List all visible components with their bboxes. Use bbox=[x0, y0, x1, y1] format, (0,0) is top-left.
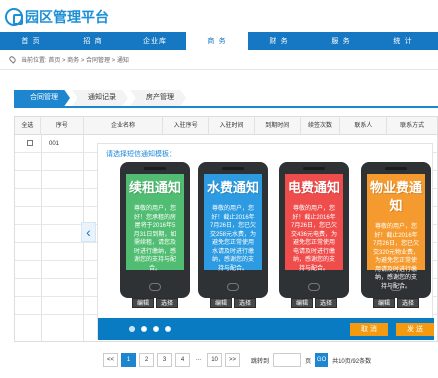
dialog-title: 请选择短信通知模板： bbox=[106, 151, 176, 158]
page-number-input[interactable] bbox=[273, 353, 302, 367]
edit-template-button[interactable]: 编辑 bbox=[131, 298, 154, 308]
content-tabs: 合同管理 通知记录 房产管理 bbox=[14, 90, 188, 106]
tab-contract-management[interactable]: 合同管理 bbox=[14, 90, 70, 106]
entry-date-header: 入驻时间 bbox=[209, 117, 255, 135]
phone-speaker-icon bbox=[303, 167, 325, 170]
select-template-button[interactable]: 选择 bbox=[315, 298, 338, 308]
nav-item-service[interactable]: 服 务 bbox=[310, 32, 372, 50]
template-actions-renewal: 编辑 选择 bbox=[120, 298, 190, 308]
active-tab-underline bbox=[14, 106, 438, 108]
phone-speaker-icon bbox=[222, 167, 244, 170]
template-title: 电费通知 bbox=[288, 181, 341, 196]
select-all-header[interactable]: 全选 bbox=[15, 117, 41, 135]
template-message: 尊敬的用户，您好！您承租的房屋将于2016年5月31日到期，如需续租，请您及时进… bbox=[133, 206, 177, 272]
phone-home-button-icon bbox=[308, 283, 320, 291]
nav-item-investment[interactable]: 招 商 bbox=[62, 32, 124, 50]
expiry-date-header: 到期时间 bbox=[255, 117, 301, 135]
edit-template-button[interactable]: 编辑 bbox=[209, 298, 232, 308]
template-title: 水费通知 bbox=[207, 181, 260, 196]
phone-speaker-icon bbox=[144, 167, 166, 170]
carousel-dot-icon[interactable] bbox=[129, 326, 135, 332]
select-template-button[interactable]: 选择 bbox=[234, 298, 257, 308]
nav-item-home[interactable]: 首 页 bbox=[0, 32, 62, 50]
template-title: 续租通知 bbox=[129, 181, 182, 196]
tab-property-management[interactable]: 房产管理 bbox=[130, 90, 186, 106]
app-title: 园区管理平台 bbox=[25, 10, 109, 26]
template-screen-renewal: 续租通知 尊敬的用户，您好！您承租的房屋将于2016年5月31日到期，如需续租，… bbox=[126, 174, 184, 272]
carousel-dot-icon[interactable] bbox=[153, 326, 159, 332]
page-button[interactable]: 4 bbox=[175, 353, 191, 367]
nav-item-enterprises[interactable]: 企业库 bbox=[124, 32, 186, 50]
template-message: 尊敬的用户，您好！截止2016年7月26日，您已欠交320元物业费，为避免您正常… bbox=[373, 224, 420, 290]
cancel-button[interactable]: 取 消 bbox=[350, 323, 388, 336]
app-logo[interactable]: 园区管理平台 bbox=[5, 7, 109, 27]
send-button[interactable]: 发 送 bbox=[396, 323, 434, 336]
phone-home-button-icon bbox=[227, 283, 239, 291]
phone-home-button-icon bbox=[149, 283, 161, 291]
previous-page-button[interactable]: << bbox=[103, 353, 119, 367]
template-title: 物业费通知 bbox=[370, 181, 423, 214]
page-button[interactable]: 2 bbox=[139, 353, 155, 367]
template-actions-electricity: 编辑 选择 bbox=[279, 298, 349, 308]
template-screen-water: 水费通知 尊敬的用户，您好！截止2016年7月26日，您已欠交258元水费，为避… bbox=[204, 174, 262, 272]
nav-item-statistics[interactable]: 统 计 bbox=[372, 32, 434, 50]
template-actions-water: 编辑 选择 bbox=[198, 298, 268, 308]
main-navigation: 首 页 招 商 企业库 商 务 财 务 服 务 统 计 bbox=[0, 32, 438, 50]
row-number: 001 bbox=[49, 141, 60, 147]
jump-label: 跳转到 bbox=[251, 358, 270, 365]
edit-template-button[interactable]: 编辑 bbox=[372, 298, 395, 308]
app-header: 园区管理平台 bbox=[0, 0, 438, 32]
go-button[interactable]: GO bbox=[315, 353, 329, 367]
row-checkbox[interactable] bbox=[27, 140, 33, 146]
nav-item-finance[interactable]: 财 务 bbox=[248, 32, 310, 50]
pagination: << 1 2 3 4 ... 10 >> 跳转到 页 GO 共10页/92条数 bbox=[103, 352, 371, 368]
phone-speaker-icon bbox=[385, 167, 407, 170]
breadcrumb-text: 当前位置: 首页 > 商务 > 合同管理 > 通知 bbox=[21, 58, 129, 64]
page-button[interactable]: 1 bbox=[121, 353, 137, 367]
template-message: 尊敬的用户，您好！截止2016年7月26日，您已欠交436元电费，为避免您正常使… bbox=[291, 206, 338, 272]
template-screen-electricity: 电费通知 尊敬的用户，您好！截止2016年7月26日，您已欠交436元电费，为避… bbox=[285, 174, 343, 272]
pagination-summary: 共10页/92条数 bbox=[332, 358, 372, 365]
template-card-electricity[interactable]: 电费通知 尊敬的用户，您好！截止2016年7月26日，您已欠交436元电费，为避… bbox=[279, 162, 349, 298]
template-card-renewal[interactable]: 续租通知 尊敬的用户，您好！您承租的房屋将于2016年5月31日到期，如需续租，… bbox=[120, 162, 190, 298]
next-page-button[interactable]: >> bbox=[225, 353, 241, 367]
page-button[interactable]: 3 bbox=[157, 353, 173, 367]
template-card-property-fee[interactable]: 物业费通知 尊敬的用户，您好！截止2016年7月26日，您已欠交320元物业费，… bbox=[361, 162, 431, 298]
last-page-button[interactable]: 10 bbox=[207, 353, 223, 367]
dialog-footer: 取 消 发 送 bbox=[98, 318, 434, 340]
edit-template-button[interactable]: 编辑 bbox=[290, 298, 313, 308]
serial-header: 序号 bbox=[41, 117, 84, 135]
contact-method-header: 联系方式 bbox=[400, 123, 425, 129]
company-header: 企业名称 bbox=[84, 117, 164, 135]
previous-template-arrow-icon[interactable]: ‹ bbox=[81, 222, 96, 242]
location-pin-icon bbox=[8, 55, 17, 64]
table-header: 全选 序号 企业名称 入驻序号 入驻时间 到期时间 续签次数 联系人 联系方式 bbox=[15, 117, 437, 135]
phone-home-button-icon bbox=[390, 283, 402, 291]
entry-number-header: 入驻序号 bbox=[163, 117, 210, 135]
renewal-count-header: 续签次数 bbox=[301, 117, 341, 135]
breadcrumb: 当前位置: 首页 > 商务 > 合同管理 > 通知 bbox=[0, 50, 438, 70]
page-suffix: 页 bbox=[305, 358, 312, 365]
sms-template-dialog: 请选择短信通知模板： ‹ 续租通知 尊敬的用户，您好！您承租的房屋将于2016年… bbox=[81, 143, 434, 340]
contact-header: 联系人 bbox=[340, 117, 388, 135]
select-template-button[interactable]: 选择 bbox=[156, 298, 179, 308]
tab-notification-records[interactable]: 通知记录 bbox=[72, 90, 128, 106]
template-actions-property-fee: 编辑 选择 bbox=[361, 298, 431, 308]
park-logo-icon bbox=[5, 8, 23, 26]
carousel-dot-icon[interactable] bbox=[165, 326, 171, 332]
pagination-ellipsis: ... bbox=[193, 353, 205, 367]
nav-item-business[interactable]: 商 务 bbox=[186, 32, 248, 50]
template-message: 尊敬的用户，您好！截止2016年7月26日，您已欠交258元水费，为避免您正常使… bbox=[210, 206, 257, 272]
template-card-water[interactable]: 水费通知 尊敬的用户，您好！截止2016年7月26日，您已欠交258元水费，为避… bbox=[198, 162, 268, 298]
carousel-dot-icon[interactable] bbox=[141, 326, 147, 332]
select-template-button[interactable]: 选择 bbox=[397, 298, 420, 308]
template-screen-property-fee: 物业费通知 尊敬的用户，您好！截止2016年7月26日，您已欠交320元物业费，… bbox=[367, 174, 425, 290]
